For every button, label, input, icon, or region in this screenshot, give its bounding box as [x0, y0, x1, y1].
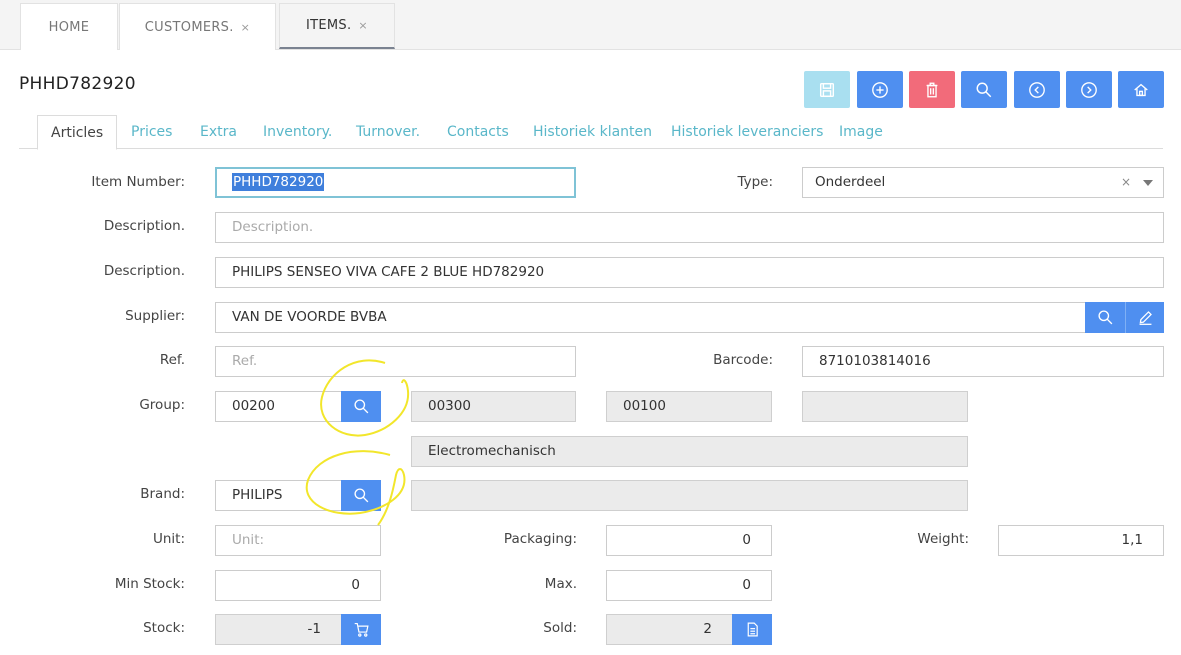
supplier-search-button[interactable] [1085, 302, 1125, 333]
tab-extra[interactable]: Extra [200, 115, 237, 149]
previous-icon [1029, 81, 1045, 98]
close-icon[interactable]: × [358, 19, 368, 32]
tab-turnover[interactable]: Turnover. [356, 115, 420, 149]
clear-icon[interactable]: × [1121, 168, 1131, 197]
chevron-down-icon[interactable] [1143, 180, 1153, 186]
page-title: PHHD782920 [19, 74, 136, 94]
type-value: Onderdeel [815, 174, 886, 190]
search-icon [353, 488, 368, 503]
search-icon [976, 82, 992, 97]
delete-button[interactable] [909, 71, 955, 108]
next-icon [1081, 81, 1097, 98]
tab-items[interactable]: ITEMS. × [279, 3, 395, 49]
brand-search-button[interactable] [341, 480, 381, 511]
stock-label: Stock: [143, 620, 185, 636]
weight-input[interactable]: 1,1 [998, 525, 1164, 556]
min-stock-label: Min Stock: [114, 576, 185, 592]
packaging-input[interactable]: 0 [606, 525, 772, 556]
previous-button[interactable] [1014, 71, 1060, 108]
pencil-icon [1139, 311, 1152, 325]
description-label: Description. [103, 218, 185, 234]
supplier-edit-button[interactable] [1125, 302, 1164, 333]
group-sub1-field: 00300 [411, 391, 576, 422]
tab-prices[interactable]: Prices [131, 115, 172, 149]
brand-label: Brand: [140, 486, 185, 502]
add-icon [872, 81, 888, 98]
top-tab-bar: HOME CUSTOMERS. × ITEMS. × [0, 0, 1181, 50]
save-icon [819, 82, 835, 97]
sold-field: 2 [606, 614, 733, 645]
max-label: Max. [544, 576, 577, 592]
sold-document-button[interactable] [732, 614, 772, 645]
group-sub3-field [802, 391, 968, 422]
ref-input[interactable]: Ref. [215, 346, 576, 377]
tab-image[interactable]: Image [839, 115, 883, 149]
max-input[interactable]: 0 [606, 570, 772, 601]
stock-cart-button[interactable] [341, 614, 381, 645]
brand-description-field [411, 480, 968, 511]
tab-contacts[interactable]: Contacts [447, 115, 509, 149]
tab-customers[interactable]: CUSTOMERS. × [119, 3, 276, 50]
close-icon[interactable]: × [241, 21, 251, 34]
item-number-label: Item Number: [91, 174, 185, 190]
description-2-input[interactable]: PHILIPS SENSEO VIVA CAFE 2 BLUE HD782920 [215, 257, 1164, 288]
add-button[interactable] [857, 71, 903, 108]
description-input[interactable]: Description. [215, 212, 1164, 243]
search-icon [353, 399, 368, 414]
document-icon [747, 622, 758, 637]
supplier-input[interactable]: VAN DE VOORDE BVBA [215, 302, 1086, 333]
brand-input[interactable]: PHILIPS [215, 480, 342, 511]
tab-inventory[interactable]: Inventory. [263, 115, 332, 149]
min-stock-input[interactable]: 0 [215, 570, 381, 601]
weight-label: Weight: [917, 531, 969, 547]
item-number-value: PHHD782920 [232, 173, 325, 191]
group-description-field: Electromechanisch [411, 436, 968, 467]
tab-historiek-leveranciers[interactable]: Historiek leveranciers [671, 115, 823, 149]
unit-label: Unit: [152, 531, 185, 547]
stock-field: -1 [215, 614, 342, 645]
tab-historiek-klanten[interactable]: Historiek klanten [533, 115, 652, 149]
item-number-input[interactable]: PHHD782920 [215, 167, 576, 198]
search-button[interactable] [961, 71, 1007, 108]
unit-input[interactable]: Unit: [215, 525, 381, 556]
group-label: Group: [139, 397, 185, 413]
type-select[interactable]: Onderdeel × [802, 167, 1164, 198]
tab-customers-label: CUSTOMERS. [144, 19, 234, 35]
search-icon [1097, 310, 1112, 325]
tab-home[interactable]: HOME [20, 3, 118, 50]
ref-label: Ref. [159, 352, 185, 368]
cart-icon [354, 622, 369, 637]
home-icon [1134, 83, 1148, 96]
group-input[interactable]: 00200 [215, 391, 342, 422]
sold-label: Sold: [543, 620, 577, 636]
section-tab-bar: Articles Prices Extra Inventory. Turnove… [19, 115, 1163, 150]
packaging-label: Packaging: [503, 531, 577, 547]
supplier-label: Supplier: [125, 308, 185, 324]
description-2-label: Description. [103, 263, 185, 279]
tab-home-label: HOME [48, 19, 90, 35]
tab-items-label: ITEMS. [306, 18, 352, 33]
type-label: Type: [737, 174, 773, 190]
home-button[interactable] [1118, 71, 1164, 108]
barcode-label: Barcode: [713, 352, 773, 368]
tab-articles[interactable]: Articles [37, 115, 118, 150]
next-button[interactable] [1066, 71, 1112, 108]
barcode-input[interactable]: 8710103814016 [802, 346, 1164, 377]
save-button[interactable] [804, 71, 850, 108]
delete-icon [926, 82, 938, 97]
group-search-button[interactable] [341, 391, 381, 422]
group-sub2-field: 00100 [606, 391, 772, 422]
